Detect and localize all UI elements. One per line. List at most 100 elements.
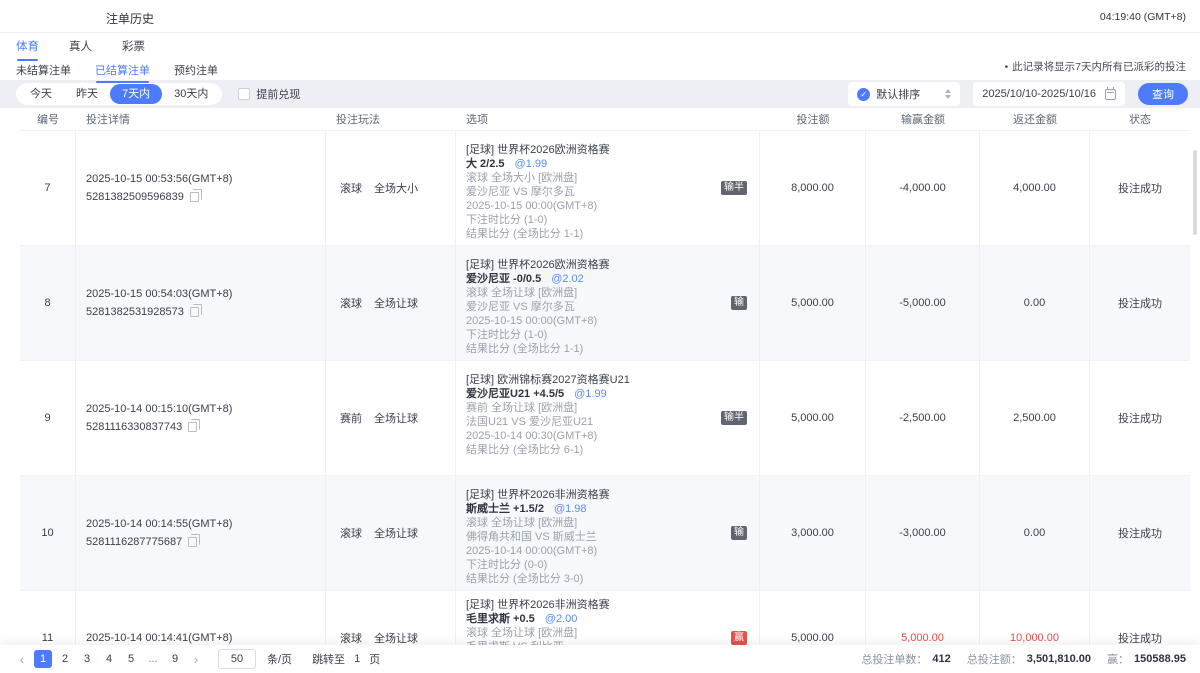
page-button-4[interactable]: 4 [100, 650, 118, 668]
cell-bet-details: 2025-10-14 00:14:55(GMT+8) 5281116287775… [76, 476, 326, 590]
top-bar: 注单历史 04:19:40 (GMT+8) [0, 0, 1200, 33]
winloss-amount: -4,000.00 [866, 131, 980, 245]
sub-tab-已结算注单[interactable]: 已结算注单 [95, 62, 150, 83]
notice-text: •此记录将显示7天内所有已派彩的投注 [1005, 59, 1186, 74]
page-button-2[interactable]: 2 [56, 650, 74, 668]
range-pill-昨天[interactable]: 昨天 [64, 84, 110, 104]
cell-bet-details: 2025-10-14 00:14:41(GMT+8) [76, 591, 326, 645]
summary-value: 412 [932, 653, 950, 665]
sub-tabs: 未结算注单 已结算注单 预约注单 [16, 62, 218, 83]
range-pill-今天[interactable]: 今天 [18, 84, 64, 104]
jump-value[interactable]: 1 [354, 653, 360, 665]
pick-selection: 毛里求斯 +0.5 [466, 613, 535, 625]
copy-icon[interactable] [188, 537, 197, 547]
pagination-bar: ‹ 12345...9 › 条/页 跳转至 1 页 总投注单数： 412 总投注… [0, 645, 1200, 673]
date-range-picker[interactable]: 2025/10/10-2025/10/16 [973, 82, 1125, 106]
nav-tab-体育[interactable]: 体育 [16, 38, 39, 61]
stake-amount: 5,000.00 [760, 361, 866, 475]
selection-detail-line: 2025-10-15 00:00(GMT+8) [466, 314, 759, 328]
notice-bullet-icon: • [1005, 62, 1009, 73]
cell-bet-details: 2025-10-14 00:15:10(GMT+8) 5281116330837… [76, 361, 326, 475]
pick-line: 毛里求斯 +0.5@2.00 [466, 612, 759, 626]
search-button[interactable]: 查询 [1138, 83, 1188, 105]
notice-label: 此记录将显示7天内所有已派彩的投注 [1012, 61, 1186, 73]
cell-row-number: 8 [20, 246, 76, 360]
summary-label: 总投注额： [967, 651, 1022, 667]
order-id-line: 5281382509596839 [86, 191, 199, 204]
page-button-5[interactable]: 5 [122, 650, 140, 668]
play-market: 全场让球 [374, 410, 418, 426]
checkbox-icon[interactable] [238, 88, 250, 100]
cell-selection: [足球] 世界杯2026非洲资格赛 毛里求斯 +0.5@2.00 滚球 全场让球… [456, 591, 760, 645]
copy-icon[interactable] [190, 307, 199, 317]
early-cashout-checkbox-wrap[interactable]: 提前兑现 [238, 86, 300, 102]
page-button-1[interactable]: 1 [34, 650, 52, 668]
league-name: [足球] 欧洲锦标赛2027资格赛U21 [466, 373, 759, 387]
order-id-line: 5281116330837743 [86, 421, 197, 434]
cell-row-number: 10 [20, 476, 76, 590]
selection-detail-line: 滚球 全场让球 [欧洲盘] [466, 626, 759, 640]
table-row: 7 2025-10-15 00:53:56(GMT+8) 52813825095… [20, 130, 1190, 245]
sub-tab-未结算注单[interactable]: 未结算注单 [16, 62, 71, 83]
order-id: 5281116330837743 [86, 421, 182, 434]
summary-value: 3,501,810.00 [1027, 653, 1091, 665]
league-name: [足球] 世界杯2026欧洲资格赛 [466, 143, 759, 157]
status-text: 投注成功 [1090, 361, 1190, 475]
stake-amount: 3,000.00 [760, 476, 866, 590]
page-button-3[interactable]: 3 [78, 650, 96, 668]
range-pill-30天内[interactable]: 30天内 [162, 84, 220, 104]
check-circle-icon: ✓ [857, 88, 870, 101]
table-row: 9 2025-10-14 00:15:10(GMT+8) 52811163308… [20, 360, 1190, 475]
selection-detail-lines: 滚球 全场让球 [欧洲盘]佛得角共和国 VS 斯威士兰2025-10-14 00… [466, 516, 759, 586]
cell-play-type: 滚球全场让球 [326, 476, 456, 590]
result-badge: 输 [731, 296, 747, 310]
next-page-icon[interactable]: › [188, 650, 204, 668]
selection-detail-line: 2025-10-14 00:30(GMT+8) [466, 429, 759, 443]
order-id-line: 5281116287775687 [86, 536, 197, 549]
summary-value: 150588.95 [1134, 653, 1186, 665]
selection-detail-line: 法国U21 VS 爱沙尼亚U21 [466, 415, 759, 429]
row-number: 8 [44, 297, 50, 309]
order-id-line: 5281382531928573 [86, 306, 199, 319]
play-phase: 滚球 [340, 295, 362, 311]
sort-dropdown[interactable]: ✓ 默认排序 [848, 82, 960, 106]
calendar-icon [1105, 89, 1116, 100]
refund-amount: 4,000.00 [980, 131, 1090, 245]
copy-icon[interactable] [190, 192, 199, 202]
row-number: 10 [41, 527, 53, 539]
sort-selected-label: 默认排序 [876, 86, 920, 102]
table-row: 10 2025-10-14 00:14:55(GMT+8) 5281116287… [20, 475, 1190, 590]
page-size-input[interactable] [218, 649, 256, 669]
jump-unit: 页 [369, 651, 380, 667]
cell-play-type: 滚球全场让球 [326, 591, 456, 645]
status-text: 投注成功 [1090, 476, 1190, 590]
play-market: 全场大小 [374, 180, 418, 196]
pick-line: 爱沙尼亚U21 +4.5/5@1.99 [466, 387, 759, 401]
refund-amount: 2,500.00 [980, 361, 1090, 475]
jump-label: 跳转至 [312, 651, 345, 667]
column-header: 编号 [20, 111, 76, 127]
cell-row-number: 7 [20, 131, 76, 245]
range-pill-7天内[interactable]: 7天内 [110, 84, 162, 104]
selection-detail-line: 赛前 全场让球 [欧洲盘] [466, 401, 759, 415]
nav-tab-彩票[interactable]: 彩票 [122, 38, 145, 61]
nav-tab-真人[interactable]: 真人 [69, 38, 92, 61]
prev-page-icon[interactable]: ‹ [14, 650, 30, 668]
league-name: [足球] 世界杯2026欧洲资格赛 [466, 258, 759, 272]
sort-arrows-icon [945, 89, 951, 99]
copy-icon[interactable] [188, 422, 197, 432]
page-title: 注单历史 [106, 10, 154, 27]
pick-line: 斯威士兰 +1.5/2@1.98 [466, 502, 759, 516]
page-button-9[interactable]: 9 [166, 650, 184, 668]
summary-item: 赢： 150588.95 [1107, 651, 1186, 667]
bet-time: 2025-10-14 00:15:10(GMT+8) [86, 403, 232, 416]
vertical-scrollbar[interactable] [1193, 150, 1197, 235]
summary-label: 赢： [1107, 651, 1129, 667]
selection-detail-line: 滚球 全场大小 [欧洲盘] [466, 171, 759, 185]
nav-area: 体育 真人 彩票 未结算注单 已结算注单 预约注单 •此记录将显示7天内所有已派彩的投注 [0, 33, 1200, 80]
summary-item: 总投注额： 3,501,810.00 [967, 651, 1091, 667]
date-range-pills: 今天昨天7天内30天内 [16, 83, 222, 105]
result-badge: 赢 [731, 631, 747, 645]
sub-tab-预约注单[interactable]: 预约注单 [174, 62, 218, 83]
pick-selection: 斯威士兰 +1.5/2 [466, 503, 544, 515]
